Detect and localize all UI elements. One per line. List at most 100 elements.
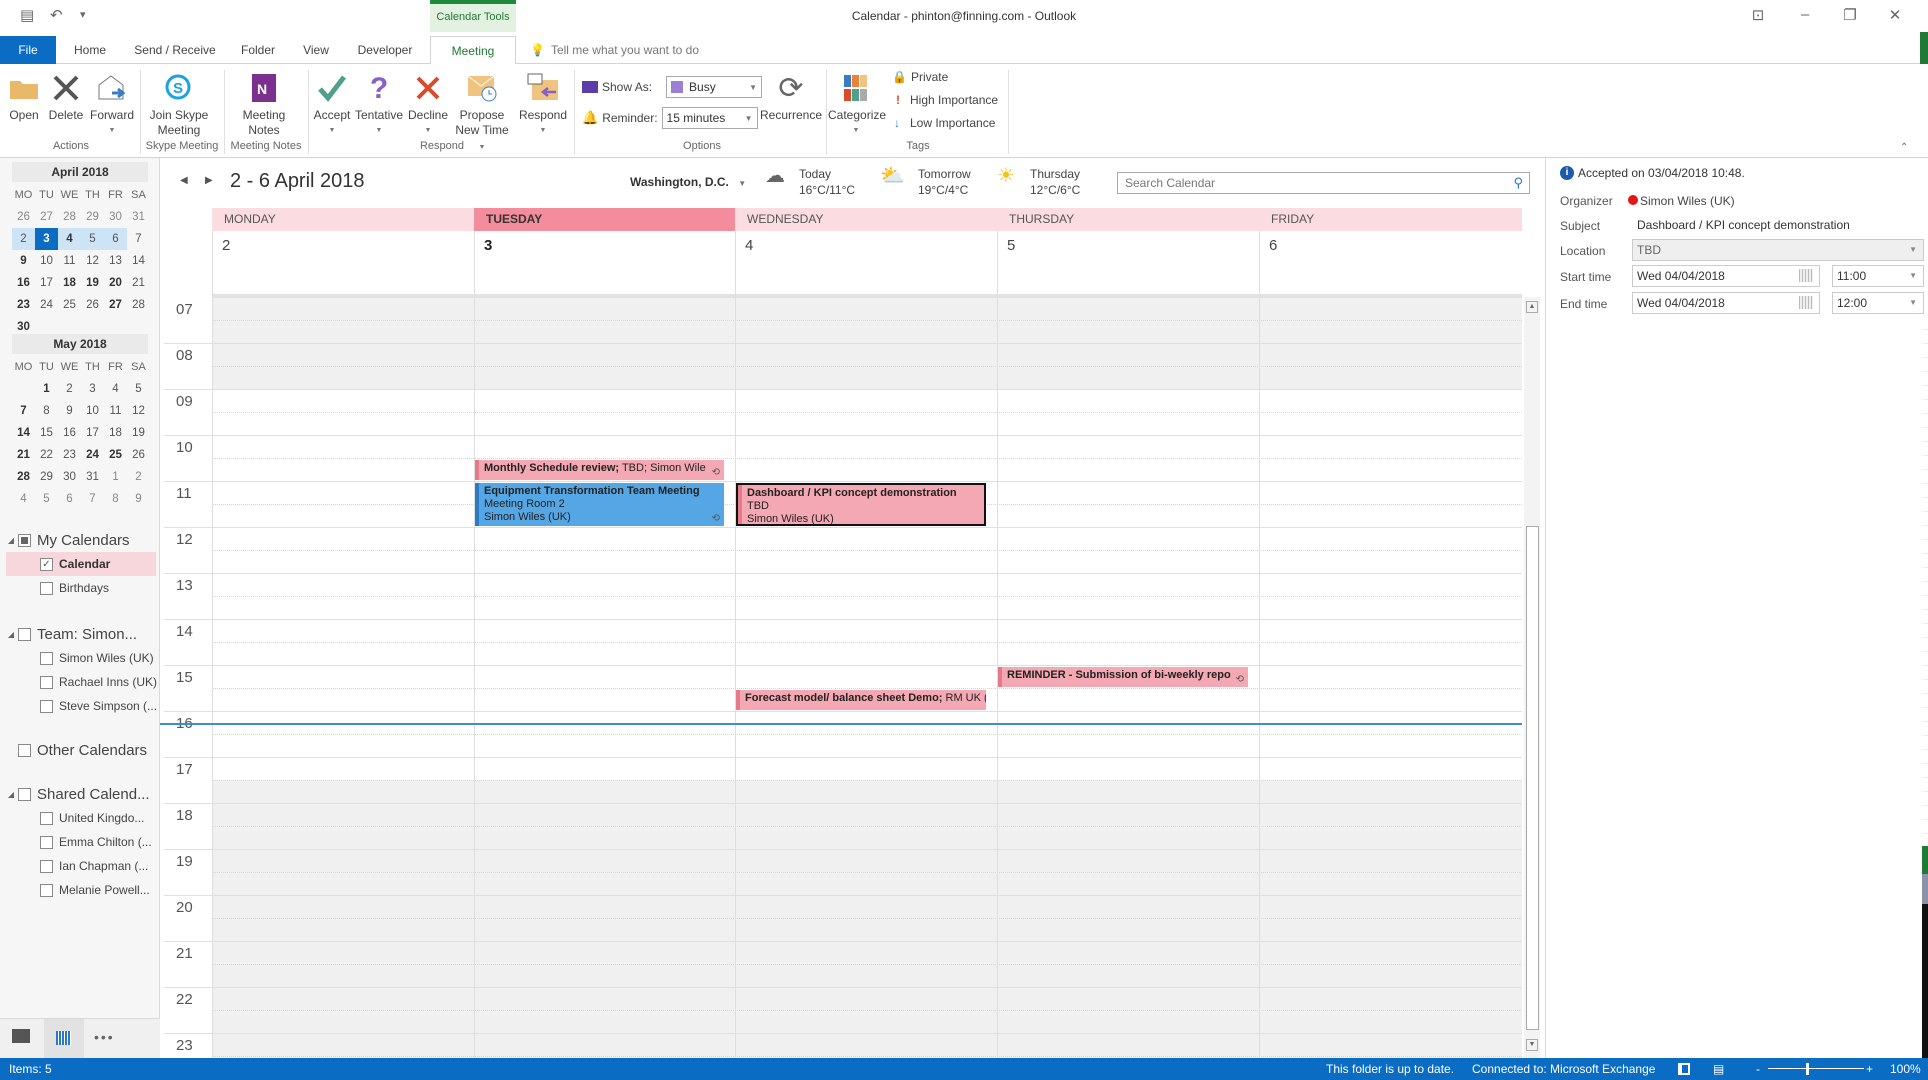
day-number[interactable]: 6 xyxy=(1259,231,1522,297)
folder-group-team[interactable]: ◢ Team: Simon... xyxy=(0,622,160,646)
mini-calendar-day[interactable]: 21 xyxy=(127,272,150,294)
mini-calendar-day[interactable]: 26 xyxy=(12,206,35,228)
end-date-field[interactable]: Wed 04/04/2018 xyxy=(1632,292,1820,314)
mini-calendar-day[interactable]: 29 xyxy=(35,466,58,488)
mini-calendar-day[interactable]: 12 xyxy=(127,400,150,422)
mini-calendar-day[interactable]: 3 xyxy=(81,378,104,400)
mini-calendar-day[interactable]: 1 xyxy=(35,378,58,400)
forward-button[interactable]: Forward ▼ xyxy=(88,68,136,138)
day-header-monday[interactable]: MONDAY xyxy=(212,208,474,231)
normal-view-icon[interactable] xyxy=(1678,1063,1690,1075)
categorize-button[interactable]: Categorize ▼ xyxy=(828,68,886,138)
start-time-dropdown[interactable]: 11:00 ▼ xyxy=(1832,265,1924,287)
day-number[interactable]: 2 xyxy=(212,231,474,297)
organizer-value[interactable]: Simon Wiles (UK) xyxy=(1628,194,1735,208)
tab-send-receive[interactable]: Send / Receive xyxy=(130,36,220,64)
folder-group-shared[interactable]: ◢ Shared Calend... xyxy=(0,782,160,806)
start-date-field[interactable]: Wed 04/04/2018 xyxy=(1632,265,1820,287)
mini-calendar-day[interactable]: 11 xyxy=(104,400,127,422)
zoom-out-icon[interactable]: - xyxy=(1756,1058,1760,1080)
mini-calendar-day[interactable]: 8 xyxy=(35,400,58,422)
calendar-grid[interactable]: 07 08 09 10 11 12 13 14 15 16 17 18 19 20 21 22 23 xyxy=(160,297,1522,1058)
mini-calendar-day[interactable]: 8 xyxy=(104,488,127,510)
scroll-thumb[interactable] xyxy=(1526,526,1539,1030)
date-picker-icon[interactable] xyxy=(1799,296,1813,309)
mini-calendar-day[interactable]: 22 xyxy=(35,444,58,466)
mini-calendar-day[interactable]: 7 xyxy=(12,400,35,422)
mini-calendar-day[interactable]: 14 xyxy=(12,422,35,444)
folder-item-steve-simpson[interactable]: Steve Simpson (... xyxy=(0,694,160,718)
open-button[interactable]: Open xyxy=(6,68,42,123)
folder-item-simon-wiles[interactable]: Simon Wiles (UK) xyxy=(0,646,160,670)
mini-calendar-day[interactable]: 9 xyxy=(127,488,150,510)
group-checkbox[interactable] xyxy=(18,627,31,641)
ribbon-display-options-icon[interactable]: ⊡ xyxy=(1743,6,1773,24)
checkbox[interactable] xyxy=(40,811,53,825)
day-number[interactable]: 3 xyxy=(474,231,735,297)
mini-calendar-day[interactable]: 6 xyxy=(104,228,127,250)
mail-icon[interactable] xyxy=(12,1029,30,1043)
mini-calendar-day[interactable]: 12 xyxy=(81,250,104,272)
restore-icon[interactable]: ❐ xyxy=(1835,6,1865,24)
respond-button[interactable]: Respond ▼ xyxy=(516,68,570,138)
mini-calendar-day[interactable]: 24 xyxy=(35,294,58,316)
folder-item-melanie-powell[interactable]: Melanie Powell... xyxy=(0,878,160,902)
date-picker-icon[interactable] xyxy=(1799,269,1813,282)
mini-calendar-day[interactable]: 18 xyxy=(58,272,81,294)
mini-calendar-day[interactable]: 24 xyxy=(81,444,104,466)
tab-file[interactable]: File xyxy=(0,36,56,64)
minimize-icon[interactable]: – xyxy=(1790,6,1820,23)
search-icon[interactable]: ⚲ xyxy=(1513,173,1523,193)
mini-calendar-day[interactable]: 27 xyxy=(35,206,58,228)
mini-calendar-day[interactable]: 17 xyxy=(35,272,58,294)
expand-triangle-icon[interactable]: ◢ xyxy=(0,536,14,545)
day-header-wednesday[interactable]: WEDNESDAY xyxy=(735,208,997,231)
mini-calendar-day[interactable]: 30 xyxy=(58,466,81,488)
mini-calendar-day[interactable]: 2 xyxy=(12,228,35,250)
day-header-friday[interactable]: FRIDAY xyxy=(1259,208,1522,231)
private-button[interactable]: 🔒 Private xyxy=(892,70,948,84)
mini-calendar-day[interactable]: 30 xyxy=(104,206,127,228)
mini-calendar-day[interactable]: 21 xyxy=(12,444,35,466)
mini-calendar-day[interactable]: 17 xyxy=(81,422,104,444)
high-importance-button[interactable]: ! High Importance xyxy=(896,93,998,107)
calendar-nav-button[interactable] xyxy=(44,1019,84,1059)
day-number[interactable]: 4 xyxy=(735,231,997,297)
mini-calendar-day[interactable]: 14 xyxy=(127,250,150,272)
checkbox[interactable] xyxy=(40,581,53,595)
mini-calendar-day[interactable]: 5 xyxy=(81,228,104,250)
checkbox[interactable] xyxy=(40,835,53,849)
mini-calendar-day[interactable]: 25 xyxy=(104,444,127,466)
meeting-notes-button[interactable]: N Meeting Notes xyxy=(232,68,296,138)
tab-folder[interactable]: Folder xyxy=(234,36,282,64)
appointment[interactable]: Monthly Schedule review; TBD; Simon Wile… xyxy=(475,460,724,480)
zoom-slider[interactable] xyxy=(1768,1068,1864,1069)
folder-group-my-calendars[interactable]: ◢ My Calendars xyxy=(0,528,160,552)
folder-item-calendar[interactable]: ✓ Calendar xyxy=(6,552,156,576)
expand-triangle-icon[interactable]: ◢ xyxy=(0,630,14,639)
checkbox[interactable] xyxy=(40,699,53,713)
mini-calendar-day[interactable]: 6 xyxy=(58,488,81,510)
folder-group-other-calendars[interactable]: Other Calendars xyxy=(0,738,160,762)
mini-calendar-day[interactable]: 23 xyxy=(12,294,35,316)
folder-item-ian-chapman[interactable]: Ian Chapman (... xyxy=(0,854,160,878)
day-header-thursday[interactable]: THURSDAY xyxy=(997,208,1259,231)
group-checkbox[interactable] xyxy=(18,787,31,801)
end-time-dropdown[interactable]: 12:00 ▼ xyxy=(1832,292,1924,314)
prev-week-icon[interactable]: ◀ xyxy=(180,175,188,186)
reading-view-icon[interactable]: ▤ xyxy=(1713,1058,1724,1080)
mini-calendar-day[interactable]: 19 xyxy=(127,422,150,444)
mini-calendar-day[interactable]: 26 xyxy=(81,294,104,316)
delete-button[interactable]: Delete xyxy=(46,68,86,123)
folder-item-emma-chilton[interactable]: Emma Chilton (... xyxy=(0,830,160,854)
folder-item-birthdays[interactable]: Birthdays xyxy=(0,576,160,600)
mini-calendar-day[interactable]: 10 xyxy=(35,250,58,272)
checkbox[interactable] xyxy=(40,883,53,897)
tab-meeting[interactable]: Meeting xyxy=(430,36,516,65)
mini-calendar-day[interactable]: 2 xyxy=(127,466,150,488)
checkbox-checked[interactable]: ✓ xyxy=(40,557,53,571)
weather-location-dropdown[interactable]: Washington, D.C. ▼ xyxy=(630,175,746,189)
location-field[interactable]: TBD ▼ xyxy=(1632,239,1924,261)
zoom-in-icon[interactable]: + xyxy=(1866,1058,1873,1080)
mini-calendar-day[interactable]: 3 xyxy=(35,228,58,250)
